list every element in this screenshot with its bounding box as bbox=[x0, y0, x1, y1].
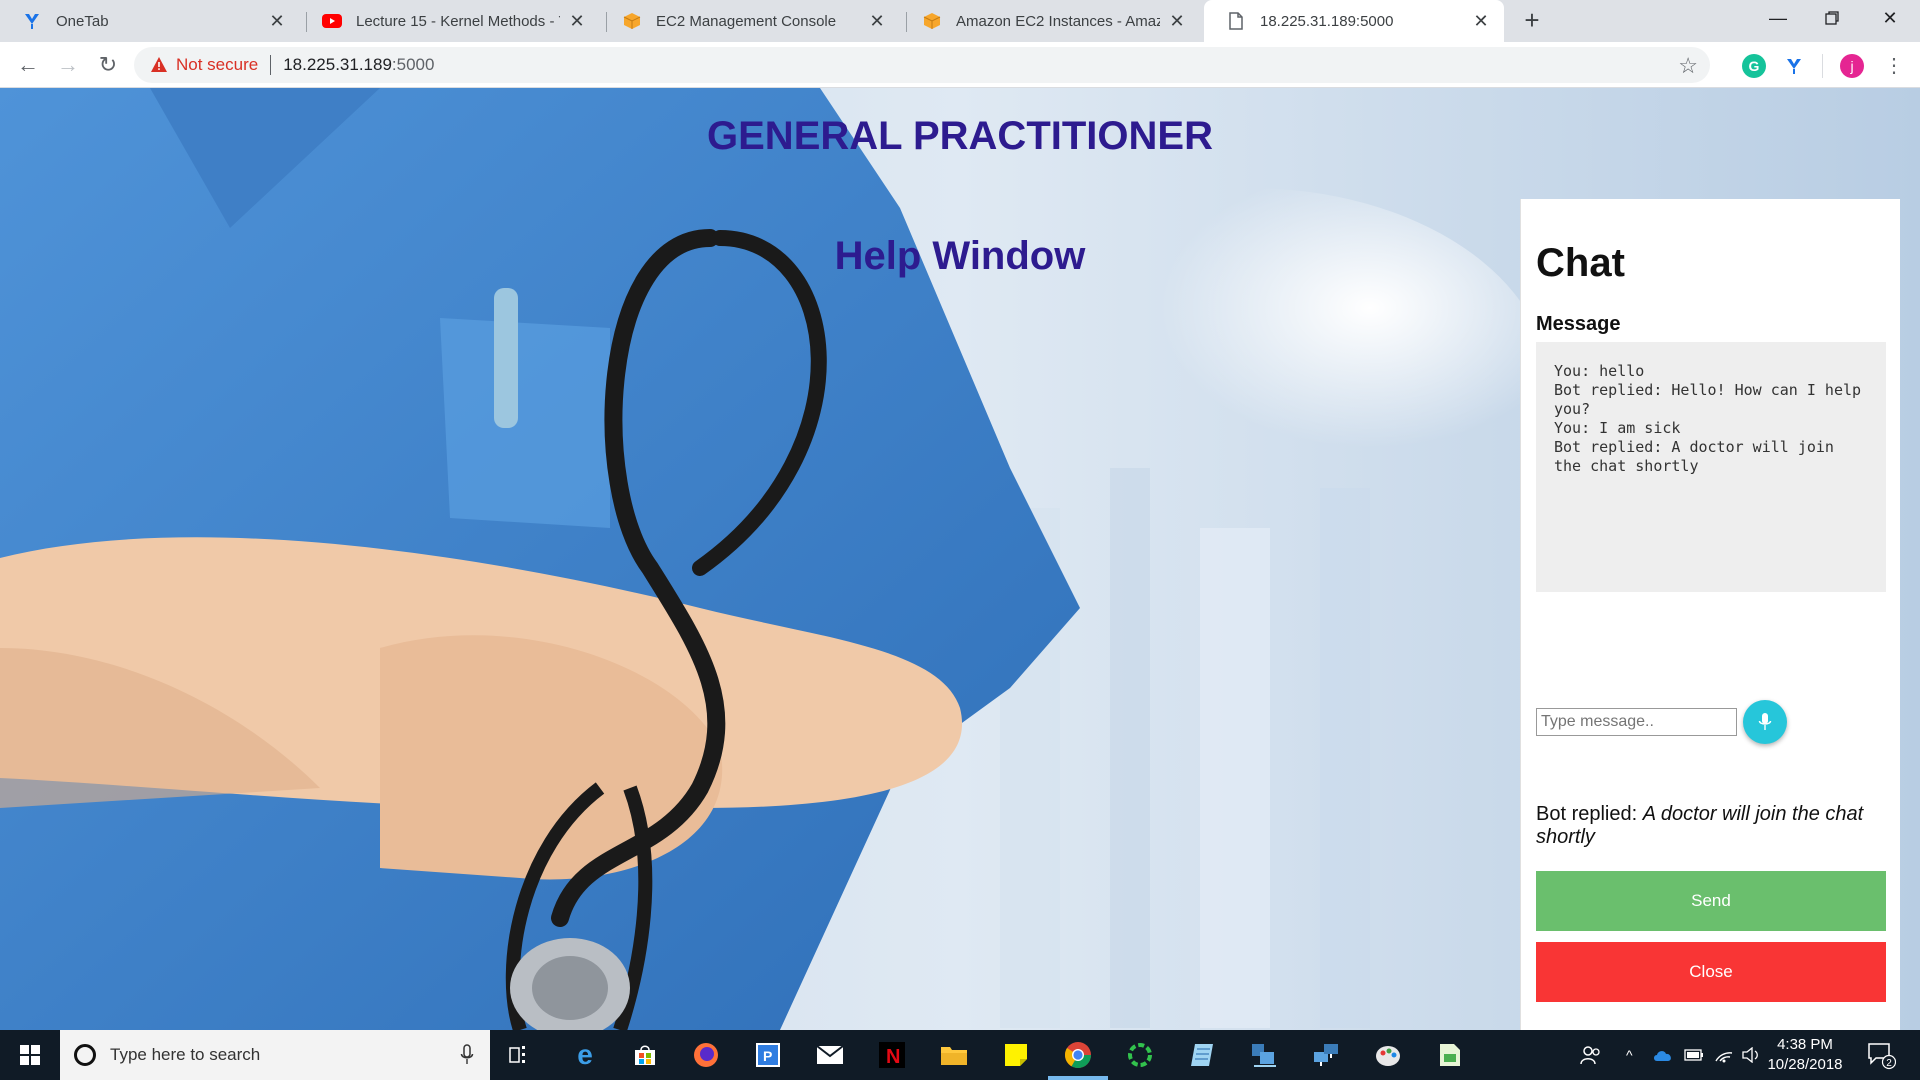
browser-toolbar: ← → ↻ Not secure 18.225.31.189:5000 ☆ G … bbox=[0, 42, 1920, 88]
page-viewport: GENERAL PRACTITIONER Help Window Chat Me… bbox=[0, 88, 1920, 1030]
page-icon bbox=[1226, 11, 1246, 31]
tab-title: Lecture 15 - Kernel Methods - Yo bbox=[356, 12, 560, 30]
task-view-icon[interactable] bbox=[504, 1039, 536, 1071]
close-window-icon[interactable]: ✕ bbox=[1860, 0, 1920, 36]
wifi-icon[interactable] bbox=[1714, 1030, 1734, 1080]
message-label: Message bbox=[1536, 313, 1621, 335]
divider bbox=[270, 55, 272, 75]
clock-date: 10/28/2018 bbox=[1767, 1056, 1843, 1073]
send-button[interactable]: Send bbox=[1536, 871, 1886, 931]
url-port: :5000 bbox=[391, 55, 435, 74]
active-app-indicator bbox=[1048, 1076, 1108, 1080]
close-button[interactable]: Close bbox=[1536, 942, 1886, 1002]
edge-browser-icon[interactable]: e bbox=[569, 1039, 601, 1071]
reload-icon[interactable]: ↻ bbox=[92, 49, 124, 81]
cortana-icon bbox=[74, 1044, 96, 1066]
menu-kebab-icon[interactable]: ⋮ bbox=[1878, 49, 1910, 81]
restore-icon[interactable] bbox=[1802, 0, 1862, 36]
sync-app-icon[interactable] bbox=[1124, 1039, 1156, 1071]
windows-taskbar: Type here to search e P N ^ 4:38 PM 10/2… bbox=[0, 1030, 1920, 1080]
tab-title: EC2 Management Console bbox=[656, 12, 837, 30]
aws-icon bbox=[622, 11, 642, 31]
close-tab-icon[interactable]: ✕ bbox=[1470, 10, 1492, 32]
bookmark-star-icon[interactable]: ☆ bbox=[1678, 53, 1698, 79]
store-icon[interactable] bbox=[629, 1039, 661, 1071]
mic-button[interactable] bbox=[1743, 700, 1787, 744]
message-input-row bbox=[1536, 700, 1787, 744]
close-tab-icon[interactable]: ✕ bbox=[1166, 10, 1188, 32]
volume-icon[interactable] bbox=[1742, 1030, 1762, 1080]
action-center-icon[interactable]: 2 bbox=[1866, 1030, 1896, 1080]
tab-strip: OneTab ✕ Lecture 15 - Kernel Methods - Y… bbox=[0, 0, 1920, 42]
clock-time: 4:38 PM bbox=[1777, 1036, 1833, 1053]
tab-title: 18.225.31.189:5000 bbox=[1260, 12, 1394, 30]
system-clock[interactable]: 4:38 PM 10/28/2018 bbox=[1760, 1035, 1850, 1075]
tab-ec2-instances[interactable]: Amazon EC2 Instances - Amazon ✕ bbox=[900, 0, 1200, 42]
security-label[interactable]: Not secure bbox=[176, 55, 258, 75]
chat-panel: Chat Message You: hello Bot replied: Hel… bbox=[1520, 199, 1900, 1030]
firefox-icon[interactable] bbox=[690, 1039, 722, 1071]
close-tab-icon[interactable]: ✕ bbox=[566, 10, 588, 32]
chat-log[interactable]: You: hello Bot replied: Hello! How can I… bbox=[1536, 342, 1886, 592]
back-icon[interactable]: ← bbox=[12, 49, 44, 81]
url-host: 18.225.31.189 bbox=[283, 55, 392, 74]
warning-icon bbox=[151, 57, 167, 72]
tab-title: OneTab bbox=[56, 12, 109, 30]
notepad-icon[interactable] bbox=[1186, 1039, 1218, 1071]
message-input[interactable] bbox=[1536, 708, 1737, 736]
chat-log-line: You: hello bbox=[1554, 362, 1645, 380]
sticky-notes-icon[interactable] bbox=[1000, 1039, 1032, 1071]
tab-ec2-console[interactable]: EC2 Management Console ✕ bbox=[600, 0, 900, 42]
svg-text:N: N bbox=[886, 1046, 900, 1068]
minimize-icon[interactable]: — bbox=[1748, 0, 1808, 36]
tab-lecture[interactable]: Lecture 15 - Kernel Methods - Yo ✕ bbox=[300, 0, 600, 42]
tab-title: Amazon EC2 Instances - Amazon bbox=[956, 12, 1160, 30]
mail-icon[interactable] bbox=[814, 1039, 846, 1071]
chrome-icon[interactable] bbox=[1062, 1039, 1094, 1071]
pandora-icon[interactable]: P bbox=[752, 1039, 784, 1071]
forward-icon[interactable]: → bbox=[52, 49, 84, 81]
bot-reply-prefix: Bot replied: bbox=[1536, 803, 1643, 825]
spreadsheet-icon[interactable] bbox=[1434, 1039, 1466, 1071]
aws-icon bbox=[922, 11, 942, 31]
onetab-icon bbox=[22, 11, 42, 31]
youtube-icon bbox=[322, 11, 342, 31]
network-drive-icon[interactable] bbox=[1248, 1039, 1280, 1071]
bot-reply: Bot replied: A doctor will join the chat… bbox=[1536, 803, 1886, 849]
onetab-extension-icon[interactable] bbox=[1782, 54, 1806, 78]
remote-desktop-icon[interactable] bbox=[1310, 1039, 1342, 1071]
file-explorer-icon[interactable] bbox=[938, 1039, 970, 1071]
tab-onetab[interactable]: OneTab ✕ bbox=[0, 0, 300, 42]
close-tab-icon[interactable]: ✕ bbox=[266, 10, 288, 32]
netflix-icon[interactable]: N bbox=[876, 1039, 908, 1071]
tab-localhost[interactable]: 18.225.31.189:5000 ✕ bbox=[1204, 0, 1504, 42]
notification-count: 2 bbox=[1886, 1058, 1892, 1069]
onedrive-icon[interactable] bbox=[1652, 1030, 1674, 1080]
search-placeholder: Type here to search bbox=[110, 1045, 261, 1064]
divider bbox=[1822, 54, 1823, 78]
microphone-icon[interactable] bbox=[460, 1044, 474, 1066]
show-hidden-icons-chevron-icon[interactable]: ^ bbox=[1626, 1030, 1633, 1080]
battery-icon[interactable] bbox=[1684, 1030, 1704, 1080]
chat-log-line: Bot replied: Hello! How can I help you? bbox=[1554, 381, 1871, 418]
people-icon[interactable] bbox=[1580, 1030, 1602, 1080]
windows-start-icon[interactable] bbox=[0, 1030, 60, 1080]
close-tab-icon[interactable]: ✕ bbox=[866, 10, 888, 32]
address-bar[interactable]: Not secure 18.225.31.189:5000 ☆ bbox=[134, 47, 1710, 83]
taskbar-search[interactable]: Type here to search bbox=[60, 1030, 490, 1080]
microphone-icon bbox=[1758, 713, 1772, 730]
page-title: GENERAL PRACTITIONER bbox=[707, 114, 1213, 158]
grammarly-icon[interactable]: G bbox=[1742, 54, 1766, 78]
profile-avatar[interactable]: j bbox=[1840, 54, 1864, 78]
svg-text:P: P bbox=[763, 1048, 772, 1064]
chat-heading: Chat bbox=[1536, 241, 1625, 285]
chat-log-line: You: I am sick bbox=[1554, 419, 1681, 437]
chat-log-line: Bot replied: A doctor will join the chat… bbox=[1554, 438, 1843, 475]
paint-icon[interactable] bbox=[1372, 1039, 1404, 1071]
new-tab-button[interactable]: + bbox=[1518, 7, 1546, 35]
